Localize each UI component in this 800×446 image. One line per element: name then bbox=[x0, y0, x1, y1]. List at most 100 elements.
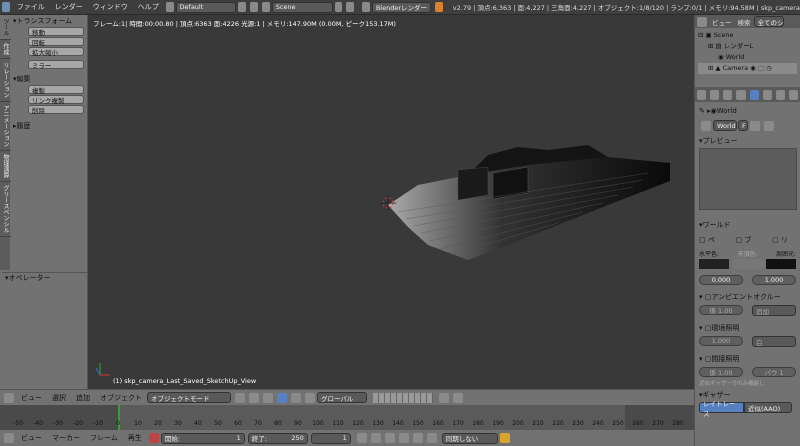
rotate-button[interactable]: 回転 bbox=[28, 37, 84, 47]
add-layout-icon[interactable] bbox=[238, 2, 247, 12]
tab-animation[interactable]: アニメーション bbox=[0, 102, 11, 151]
menu-render[interactable]: レンダー bbox=[50, 2, 88, 12]
3d-viewport[interactable]: フレーム:1| 時間:00:00.80 | 頂点:6363 面:4226 光源:… bbox=[88, 15, 694, 389]
end-frame-field[interactable]: 終了: 250 bbox=[247, 432, 308, 444]
operator-panel-header[interactable]: ▾ オペレーター bbox=[2, 272, 88, 283]
tab-tools[interactable]: ツール bbox=[0, 15, 11, 40]
snap-icon[interactable] bbox=[439, 392, 449, 403]
preview-header[interactable]: ▾ プレビュー bbox=[699, 135, 796, 146]
keying-icon[interactable] bbox=[499, 433, 510, 443]
translate-icon[interactable] bbox=[277, 392, 287, 403]
outliner-item-scene[interactable]: ⊟ ▣ Scene bbox=[698, 30, 797, 41]
raytrace-option[interactable]: レイトレース bbox=[699, 400, 744, 418]
tl-menu-marker[interactable]: マーカー bbox=[47, 433, 85, 443]
jump-start-icon[interactable] bbox=[356, 433, 367, 443]
indirect-factor-field[interactable]: 係 1.00 bbox=[699, 367, 743, 377]
outliner-menu-view[interactable]: ビュー bbox=[709, 17, 735, 27]
indirect-header[interactable]: ▾ ▢ 間接照明 bbox=[699, 353, 796, 364]
current-frame-field[interactable]: 1 bbox=[310, 432, 351, 444]
ao-blend-select[interactable]: 追加 bbox=[752, 305, 796, 316]
next-keyframe-icon[interactable] bbox=[412, 433, 423, 443]
orientation-select[interactable]: グローバル bbox=[317, 392, 367, 403]
world-panel-header[interactable]: ▾ ワールド bbox=[699, 219, 796, 230]
edit-panel-header[interactable]: ▾ 編集 bbox=[10, 73, 88, 84]
info-editor-icon[interactable] bbox=[2, 2, 10, 12]
delete-button[interactable]: 削除 bbox=[28, 105, 84, 115]
play-reverse-icon[interactable] bbox=[384, 433, 395, 443]
menu-file[interactable]: ファイル bbox=[12, 2, 50, 12]
zenith-color-swatch[interactable] bbox=[732, 259, 763, 269]
tl-menu-playback[interactable]: 再生 bbox=[123, 433, 147, 443]
outliner-item-world[interactable]: ◉ World bbox=[698, 52, 797, 63]
menu-object[interactable]: オブジェクト bbox=[95, 393, 147, 403]
tl-menu-frame[interactable]: フレーム bbox=[85, 433, 123, 443]
tab-create[interactable]: 作成 bbox=[0, 40, 11, 59]
approx-option[interactable]: 近似(AAO) bbox=[744, 402, 792, 413]
tab-relations[interactable]: リレーション bbox=[0, 59, 11, 102]
properties-editor-icon[interactable] bbox=[697, 89, 707, 100]
add-scene-icon[interactable] bbox=[334, 2, 343, 12]
scene-field[interactable]: Scene bbox=[271, 1, 333, 13]
layer-grid[interactable] bbox=[373, 392, 433, 403]
env-color-select[interactable]: 白 bbox=[752, 336, 796, 347]
outliner-editor-icon[interactable] bbox=[697, 16, 707, 27]
pin-icon[interactable]: ✎ ▸ bbox=[699, 107, 711, 115]
horizon-color-swatch[interactable] bbox=[699, 259, 729, 269]
scale-icon[interactable] bbox=[305, 392, 315, 403]
constraint-tab-icon[interactable] bbox=[775, 89, 785, 100]
start-frame-field[interactable]: 開始: 1 bbox=[160, 432, 245, 444]
unlink-world-icon[interactable] bbox=[764, 120, 774, 131]
ambient-color-swatch[interactable] bbox=[766, 259, 796, 269]
renderlayer-tab-icon[interactable] bbox=[723, 89, 733, 100]
tab-grease-pencil[interactable]: グリースペンシル bbox=[0, 182, 11, 237]
object-tab-icon[interactable] bbox=[762, 89, 772, 100]
blend-sky-checkbox[interactable]: ▢ ブ bbox=[736, 235, 752, 245]
outliner-item-renderlayer[interactable]: ⊞ ▤ レンダーL bbox=[698, 41, 797, 52]
new-world-icon[interactable] bbox=[750, 120, 760, 131]
scene-icon[interactable] bbox=[261, 2, 270, 12]
scale-button[interactable]: 拡大縮小 bbox=[28, 47, 84, 57]
transform-panel-header[interactable]: ▾ トランスフォーム bbox=[10, 15, 88, 26]
ao-factor-field[interactable]: 係 1.00 bbox=[699, 305, 743, 315]
remove-scene-icon[interactable] bbox=[346, 2, 355, 12]
view3d-editor-icon[interactable] bbox=[4, 392, 14, 403]
history-panel-header[interactable]: ▸ 履歴 bbox=[10, 120, 88, 131]
outliner-item-camera[interactable]: ⊞ ▲ Camera ◉ ⬚ ◷ bbox=[698, 63, 797, 74]
ao-panel-header[interactable]: ▾ ▢ アンビエントオクルー bbox=[699, 291, 796, 302]
layer-buttons[interactable] bbox=[373, 392, 433, 403]
timeline-editor-icon[interactable] bbox=[4, 433, 14, 443]
render-icon[interactable] bbox=[453, 392, 463, 403]
jump-end-icon[interactable] bbox=[426, 433, 437, 443]
pivot-icon[interactable] bbox=[249, 392, 259, 403]
duplicate-button[interactable]: 複製 bbox=[28, 85, 84, 95]
outliner-display-select[interactable]: 全てのシ bbox=[753, 16, 784, 27]
remove-layout-icon[interactable] bbox=[250, 2, 258, 12]
render-tab-icon[interactable] bbox=[710, 89, 720, 100]
render-engine-select[interactable]: Blenderレンダー bbox=[371, 1, 432, 13]
scene-tab-icon[interactable] bbox=[736, 89, 746, 100]
tl-menu-view[interactable]: ビュー bbox=[16, 433, 47, 443]
prev-keyframe-icon[interactable] bbox=[370, 433, 381, 443]
rotate-icon[interactable] bbox=[291, 392, 301, 403]
menu-view[interactable]: ビュー bbox=[16, 393, 47, 403]
env-light-header[interactable]: ▾ ▢ 環境照明 bbox=[699, 322, 796, 333]
paper-sky-checkbox[interactable]: ▢ ペ bbox=[699, 235, 715, 245]
world-browse-icon[interactable] bbox=[701, 120, 711, 131]
data-tab-icon[interactable] bbox=[788, 89, 798, 100]
mode-select[interactable]: オブジェクトモード bbox=[147, 392, 231, 403]
tab-physics[interactable]: 物理演算 bbox=[0, 151, 11, 182]
visibility-eye-icon[interactable]: ◉ ⬚ ◷ bbox=[748, 64, 772, 72]
menu-window[interactable]: ウィンドウ bbox=[88, 2, 133, 12]
timeline[interactable]: -50 -40 -30 -20 -10 0 10 20 30 40 50 60 70 80 90 100 110… bbox=[0, 405, 694, 430]
screen-layout-icon[interactable] bbox=[165, 2, 174, 12]
menu-help[interactable]: ヘルプ bbox=[133, 2, 164, 12]
menu-select[interactable]: 選択 bbox=[47, 393, 71, 403]
bounces-field[interactable]: バウ 1 bbox=[752, 367, 796, 377]
shading-icon[interactable] bbox=[235, 392, 245, 403]
move-button[interactable]: 移動 bbox=[28, 27, 84, 37]
screen-layout-field[interactable]: Default bbox=[175, 1, 237, 13]
real-sky-checkbox[interactable]: ▢ リ bbox=[772, 235, 788, 245]
sync-select[interactable]: 同期しない bbox=[441, 432, 498, 444]
exposure-field[interactable]: 0.000 bbox=[699, 275, 743, 285]
outliner-menu-search[interactable]: 検索 bbox=[735, 17, 754, 27]
